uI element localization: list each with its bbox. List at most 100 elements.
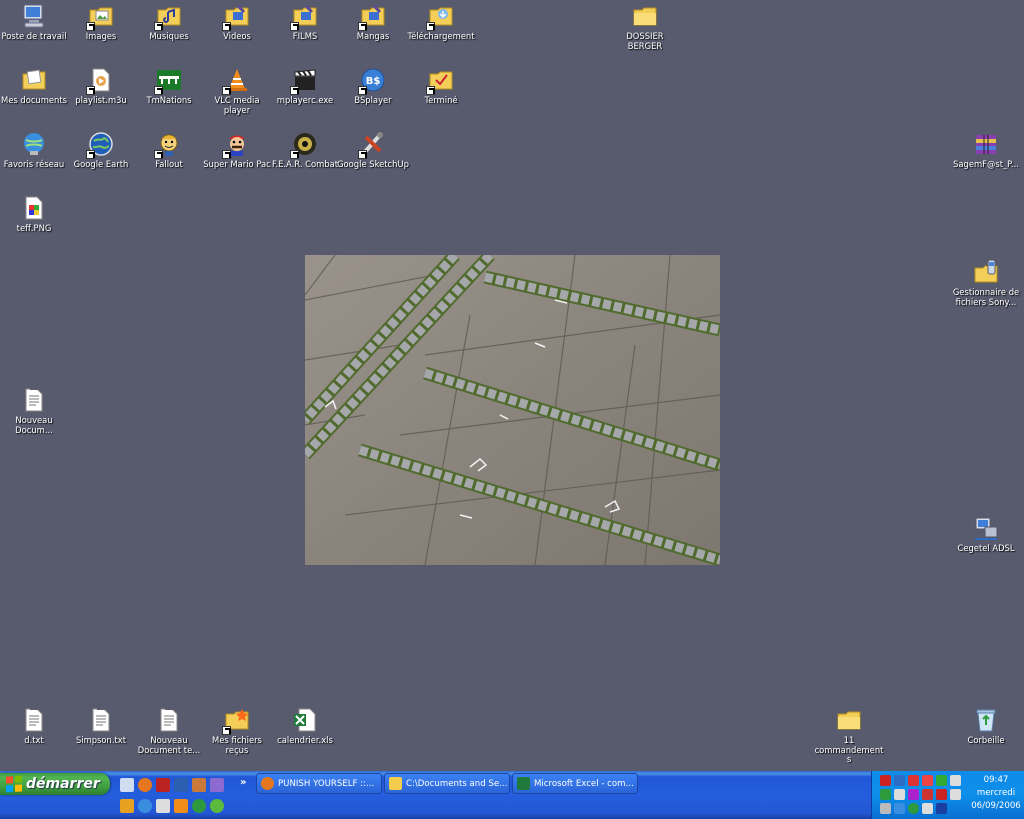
tray-update-icon[interactable] [908, 803, 919, 814]
desktop-icon-label: Cegetel ADSL [957, 543, 1015, 553]
desktop-icon-videos[interactable]: Videos [203, 3, 271, 42]
tray-app-icon[interactable] [936, 803, 947, 814]
desktop-icon-label: 11 commandements [814, 735, 884, 764]
desktop-icon-mplayerc[interactable]: mplayerc.exe [271, 67, 339, 106]
clock[interactable]: 09:47 mercredi 06/09/2006 [970, 774, 1022, 813]
desktop-icon-teff-png[interactable]: teff.PNG [0, 195, 68, 234]
desktop-icon-cegetel-adsl[interactable]: Cegetel ADSL [952, 515, 1020, 554]
bsplayer-icon: B$ [358, 67, 386, 95]
shortcut-arrow-icon [222, 726, 231, 735]
tray-play-icon[interactable] [880, 789, 891, 800]
desktop-icon-telechargement[interactable]: Téléchargement [407, 3, 475, 42]
desktop-icon-nouveau-document-2[interactable]: Nouveau Document te... [135, 707, 203, 755]
clapperboard-icon [290, 67, 318, 95]
sketchup-icon [358, 131, 386, 159]
network-computer-icon [973, 515, 999, 541]
desktop-icon-corbeille[interactable]: Corbeille [952, 707, 1020, 746]
tray-network-icon[interactable] [894, 775, 905, 786]
quick-launch-chevron-icon[interactable]: » [240, 777, 246, 788]
folder-music-icon [154, 3, 182, 31]
dragon-icon[interactable] [174, 778, 188, 792]
desktop-icon-musiques[interactable]: Musiques [135, 3, 203, 42]
desktop-icon-label: Poste de travail [1, 31, 67, 41]
shortcut-arrow-icon [426, 86, 435, 95]
tray-volume-icon[interactable] [950, 775, 961, 786]
game-icon[interactable] [156, 778, 170, 792]
internet-explorer-icon[interactable] [138, 799, 152, 813]
folder-icon [632, 3, 658, 29]
tray-alert-icon[interactable] [922, 775, 933, 786]
desktop-icon-label: d.txt [24, 735, 44, 745]
vlc-cone-icon [222, 67, 250, 95]
system-tray: 09:47 mercredi 06/09/2006 [871, 771, 1024, 819]
desktop-icon-mes-fichiers-recus[interactable]: Mes fichiers reçus [203, 707, 271, 755]
desktop-icon-bsplayer[interactable]: B$ BSplayer [339, 67, 407, 106]
tray-app-icon[interactable] [880, 775, 891, 786]
desktop-icon-playlist[interactable]: playlist.m3u [67, 67, 135, 106]
desktop-icon-mes-documents[interactable]: Mes documents [0, 67, 68, 106]
app-icon[interactable] [210, 778, 224, 792]
task-button-explorer[interactable]: C:\Documents and Se... [384, 773, 510, 794]
desktop-icon-mangas[interactable]: Mangas [339, 3, 407, 42]
tray-app-icon[interactable] [894, 803, 905, 814]
vlc-cone-icon[interactable] [174, 799, 188, 813]
tool-icon[interactable] [120, 799, 134, 813]
desktop-icon-dossier-berger[interactable]: DOSSIER BERGER [611, 3, 679, 51]
shortcut-arrow-icon [358, 86, 367, 95]
desktop-icon-simpson-txt[interactable]: Simpson.txt [67, 707, 135, 746]
desktop-icon-label: Images [85, 31, 117, 41]
desktop-icon-gestionnaire-sony[interactable]: Gestionnaire de fichiers Sony... [952, 259, 1020, 307]
desktop-icon-tmnations[interactable]: TmNations [135, 67, 203, 106]
desktop-icon-sagem[interactable]: SagemF@st_P... [952, 131, 1020, 170]
shortcut-arrow-icon [358, 22, 367, 31]
desktop-icon-images[interactable]: Images [67, 3, 135, 42]
update-icon[interactable] [192, 799, 206, 813]
clock-time: 09:47 [983, 775, 1009, 785]
desktop-icon-fear-combat[interactable]: F.E.A.R. Combat [271, 131, 339, 170]
task-button-firefox[interactable]: PUNISH YOURSELF ::... [256, 773, 382, 794]
text-file-icon [88, 707, 114, 733]
tray-app-icon[interactable] [922, 803, 933, 814]
desktop-icon-google-sketchup[interactable]: Google SketchUp [337, 131, 409, 170]
desktop-icon-fallout[interactable]: Fallout [135, 131, 203, 170]
show-desktop-icon[interactable] [120, 778, 134, 792]
firefox-icon[interactable] [138, 778, 152, 792]
svg-text:B$: B$ [366, 76, 381, 87]
tray-printer-icon[interactable] [894, 789, 905, 800]
desktop-icon-label: playlist.m3u [75, 95, 127, 105]
task-buttons: PUNISH YOURSELF ::... C:\Documents and S… [256, 773, 638, 795]
tray-connection-icon[interactable] [880, 803, 891, 814]
desktop-icon-super-mario-pac[interactable]: Super Mario Pac [203, 131, 271, 170]
recycle-bin-icon [973, 707, 999, 733]
tray-app-icon[interactable] [908, 789, 919, 800]
desktop-icon-d-txt[interactable]: d.txt [0, 707, 68, 746]
desktop-icon-poste-de-travail[interactable]: Poste de travail [0, 3, 68, 42]
desktop-icon-vlc[interactable]: VLC media player [203, 67, 271, 115]
folder-download-icon [426, 3, 454, 31]
power-icon[interactable] [210, 799, 224, 813]
wallpaper-photo [305, 255, 720, 565]
task-button-excel[interactable]: Microsoft Excel - com... [512, 773, 638, 794]
desktop-icon-label: Super Mario Pac [203, 159, 271, 169]
shortcut-arrow-icon [290, 86, 299, 95]
desktop-icon-label: teff.PNG [16, 223, 52, 233]
tray-messenger-icon[interactable] [936, 775, 947, 786]
tray-shield-icon[interactable] [922, 789, 933, 800]
desktop-icon-label: mplayerc.exe [276, 95, 334, 105]
tray-app-icon[interactable] [950, 789, 961, 800]
tray-app-icon[interactable] [936, 789, 947, 800]
media-icon[interactable] [192, 778, 206, 792]
desktop-icon-nouveau-document-1[interactable]: Nouveau Docum... [0, 387, 68, 435]
image-file-icon [21, 195, 47, 221]
document-icon[interactable] [156, 799, 170, 813]
shortcut-arrow-icon [86, 22, 95, 31]
desktop-icon-favoris-reseau[interactable]: Favoris réseau [0, 131, 68, 170]
desktop-icon-google-earth[interactable]: Google Earth [67, 131, 135, 170]
desktop-icon-films[interactable]: FILMS [271, 3, 339, 42]
desktop-icon-11-commandements[interactable]: 11 commandements [815, 707, 883, 765]
folder-received-icon [222, 707, 250, 735]
tray-antivirus-icon[interactable] [908, 775, 919, 786]
start-button[interactable]: démarrer [0, 773, 110, 795]
desktop-icon-termine[interactable]: Terminé [407, 67, 475, 106]
desktop-icon-calendrier-xls[interactable]: calendrier.xls [271, 707, 339, 746]
